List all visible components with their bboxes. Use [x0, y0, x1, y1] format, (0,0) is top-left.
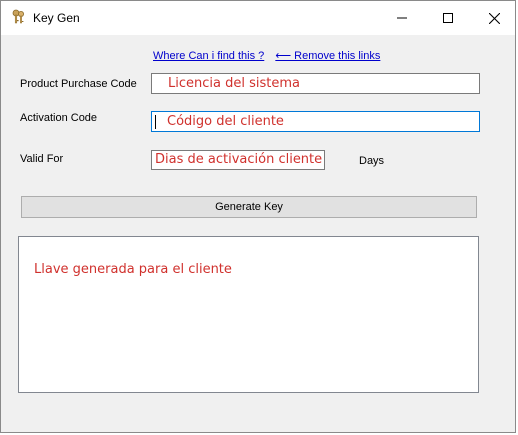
- maximize-button[interactable]: [425, 1, 471, 35]
- valid-for-label: Valid For: [20, 153, 64, 165]
- valid-for-value: Dias de activación cliente: [155, 152, 323, 167]
- window-title: Key Gen: [33, 11, 80, 25]
- maximize-icon: [443, 13, 453, 23]
- minimize-button[interactable]: [379, 1, 425, 35]
- purchase-code-input[interactable]: Licencia del sistema: [151, 73, 480, 94]
- valid-for-input[interactable]: Dias de activación cliente: [151, 150, 325, 170]
- minimize-icon: [397, 13, 407, 23]
- activation-code-label: Activation Code: [20, 112, 98, 124]
- remove-links-link[interactable]: ⟵ Remove this links: [275, 50, 380, 62]
- text-caret: [155, 115, 156, 129]
- keys-icon: [11, 9, 27, 25]
- activation-code-value: Código del cliente: [167, 114, 284, 129]
- generated-key-value: Llave generada para el cliente: [34, 262, 232, 277]
- generated-key-output[interactable]: Llave generada para el cliente: [18, 236, 479, 393]
- generate-key-button[interactable]: Generate Key: [21, 196, 477, 218]
- purchase-code-value: Licencia del sistema: [168, 76, 300, 91]
- title-bar[interactable]: Key Gen: [1, 1, 515, 35]
- close-icon: [488, 12, 500, 24]
- close-button[interactable]: [471, 1, 517, 35]
- where-find-link[interactable]: Where Can i find this ?: [153, 50, 264, 62]
- purchase-code-label: Product Purchase Code: [20, 78, 137, 90]
- help-links: Where Can i find this ? ⟵ Remove this li…: [153, 49, 380, 62]
- keygen-window: Key Gen Where Can i find this ? ⟵ Remove…: [0, 0, 516, 433]
- days-label: Days: [359, 155, 385, 167]
- activation-code-input[interactable]: Código del cliente: [151, 111, 480, 132]
